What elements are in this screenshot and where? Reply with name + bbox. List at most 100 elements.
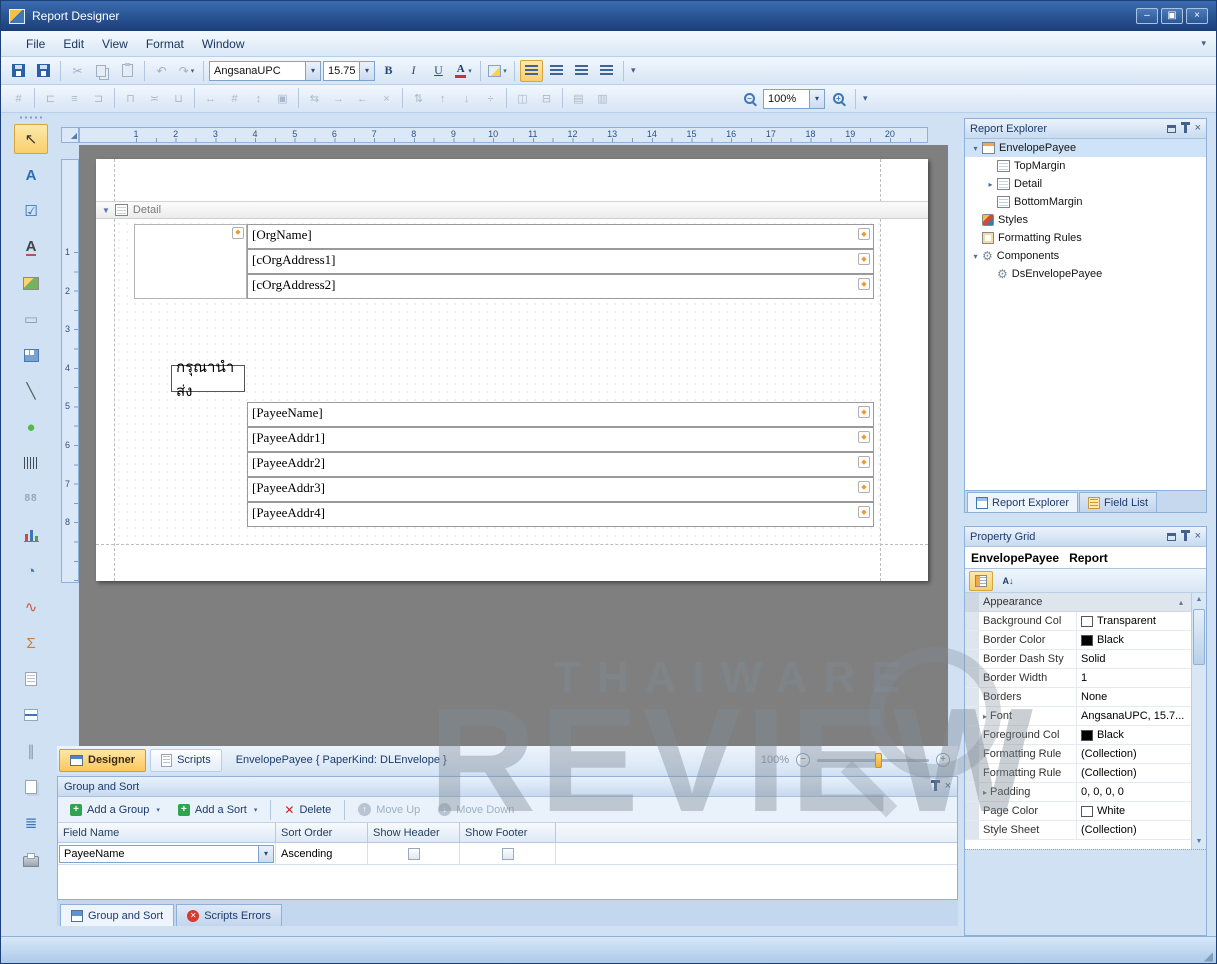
field-orgname[interactable]: [OrgName]◆ [247, 224, 874, 249]
property-value[interactable]: Black [1077, 634, 1191, 646]
table-tool[interactable] [14, 340, 48, 370]
gauge-tool[interactable]: ◔ [14, 556, 48, 586]
report-page[interactable]: ▼ Detail ◆ [OrgName]◆[cOrgAddress1]◆[cOr… [96, 159, 928, 581]
font-color-button[interactable]: A [452, 60, 475, 82]
align-center-button[interactable] [545, 60, 568, 82]
smart-tag-icon[interactable]: ◆ [858, 228, 870, 240]
property-border-width[interactable]: Border Width1 [965, 669, 1191, 688]
bold-button[interactable]: B [377, 60, 400, 82]
chevron-down-icon[interactable] [258, 846, 273, 862]
property-formatting-rule[interactable]: Formatting Rule(Collection) [965, 764, 1191, 783]
field-corgaddress1[interactable]: [cOrgAddress1]◆ [247, 249, 874, 274]
alphabetical-button[interactable]: A↓ [996, 571, 1020, 591]
property-style-sheet[interactable]: Style Sheet(Collection) [965, 821, 1191, 840]
group-sort-row[interactable]: PayeeNameAscending [58, 843, 957, 865]
scrollbar-thumb[interactable] [1193, 609, 1205, 665]
tab-designer[interactable]: Designer [59, 749, 146, 772]
subreport-tool[interactable] [14, 772, 48, 802]
menu-edit[interactable]: Edit [54, 34, 93, 54]
property-foreground-col[interactable]: Foreground ColBlack [965, 726, 1191, 745]
field-payeeaddr3[interactable]: [PayeeAddr3]◆ [247, 477, 874, 502]
chevron-down-icon[interactable] [809, 90, 824, 108]
tree-node-components[interactable]: ▾⚙Components [965, 247, 1206, 265]
zoom-slider-thumb[interactable] [875, 753, 882, 768]
toolbox-drag-handle[interactable] [19, 115, 43, 120]
zip-code-tool[interactable]: 88 [14, 484, 48, 514]
scroll-down-icon[interactable]: ▼ [1192, 835, 1206, 849]
property-value[interactable]: (Collection) [1077, 748, 1191, 760]
tree-node-bottommargin[interactable]: BottomMargin [965, 193, 1206, 211]
zoom-in-button[interactable]: + [936, 753, 950, 767]
minimize-button[interactable]: – [1136, 8, 1158, 24]
property-borders[interactable]: BordersNone [965, 688, 1191, 707]
selected-object-row[interactable]: EnvelopePayee Report [965, 547, 1206, 569]
field-corgaddress2[interactable]: [cOrgAddress2]◆ [247, 274, 874, 299]
justify-button[interactable] [595, 60, 618, 82]
label-tool[interactable]: A [14, 160, 48, 190]
print-tool[interactable] [14, 844, 48, 874]
property-padding[interactable]: ▸Padding0, 0, 0, 0 [965, 783, 1191, 802]
column-header-field-name[interactable]: Field Name [58, 823, 276, 842]
tab-field-list[interactable]: Field List [1079, 492, 1157, 512]
property-formatting-rule[interactable]: Formatting Rule(Collection) [965, 745, 1191, 764]
close-button[interactable]: × [1186, 8, 1208, 24]
check-box-tool[interactable]: ☑ [14, 196, 48, 226]
property-value[interactable]: 0, 0, 0, 0 [1077, 786, 1191, 798]
save-all-button[interactable] [32, 60, 55, 82]
detail-band-header[interactable]: ▼ Detail [96, 201, 928, 219]
expand-icon[interactable]: ▸ [983, 712, 987, 721]
restore-button[interactable]: ▣ [1161, 8, 1183, 24]
pivot-grid-tool[interactable]: Σ [14, 628, 48, 658]
highlight-color-button[interactable] [486, 60, 509, 82]
font-size-combo[interactable]: 15.75 [323, 61, 375, 81]
category-appearance[interactable]: Appearance ▴ [965, 593, 1191, 612]
align-left-button[interactable] [520, 60, 543, 82]
table-of-contents-tool[interactable]: ≣ [14, 808, 48, 838]
collapse-icon[interactable]: ▴ [1179, 598, 1183, 607]
add-a-group-button[interactable]: +Add a Group [62, 802, 168, 818]
add-a-sort-button[interactable]: +Add a Sort [170, 802, 266, 818]
sort-order-cell[interactable]: Ascending [276, 843, 368, 864]
field-payeeaddr2[interactable]: [PayeeAddr2]◆ [247, 452, 874, 477]
close-icon[interactable]: × [1195, 531, 1201, 542]
tab-report-explorer[interactable]: Report Explorer [967, 492, 1078, 512]
menu-window[interactable]: Window [193, 34, 254, 54]
bar-code-tool[interactable] [14, 448, 48, 478]
resize-grip[interactable]: ◢ [1204, 949, 1213, 963]
menu-format[interactable]: Format [137, 34, 193, 54]
smart-tag-icon[interactable]: ◆ [858, 481, 870, 493]
field-payeeaddr4[interactable]: [PayeeAddr4]◆ [247, 502, 874, 527]
scrollbar[interactable]: ▲ ▼ [1191, 593, 1206, 849]
menubar-overflow-icon[interactable]: ▾ [1201, 38, 1206, 49]
field-name-combo[interactable]: PayeeName [59, 845, 274, 863]
tree-node-detail[interactable]: ▸Detail [965, 175, 1206, 193]
logo-picture-box[interactable]: ◆ [134, 224, 247, 299]
property-value[interactable]: Black [1077, 729, 1191, 741]
property-border-color[interactable]: Border ColorBlack [965, 631, 1191, 650]
zoom-slider[interactable] [817, 759, 929, 762]
property-value[interactable]: 1 [1077, 672, 1191, 684]
property-value[interactable]: (Collection) [1077, 824, 1191, 836]
pin-icon[interactable] [1184, 533, 1187, 541]
menu-file[interactable]: File [17, 34, 54, 54]
field-payeename[interactable]: [PayeeName]◆ [247, 402, 874, 427]
collapse-icon[interactable]: ▾ [969, 144, 982, 153]
zoom-out-button[interactable]: − [796, 753, 810, 767]
picture-box-tool[interactable] [14, 268, 48, 298]
panel-splitter[interactable] [965, 849, 1206, 857]
save-button[interactable] [7, 60, 30, 82]
page-info-tool[interactable] [14, 664, 48, 694]
categorized-button[interactable] [969, 571, 993, 591]
shape-tool[interactable]: ● [14, 412, 48, 442]
rich-text-tool[interactable]: A [14, 232, 48, 262]
collapse-icon[interactable]: ▼ [102, 206, 110, 215]
smart-tag-icon[interactable]: ◆ [858, 406, 870, 418]
property-value[interactable]: Solid [1077, 653, 1191, 665]
field-payeeaddr1[interactable]: [PayeeAddr1]◆ [247, 427, 874, 452]
cross-band-line-tool[interactable]: ∥ [14, 736, 48, 766]
tree-node-formatting-rules[interactable]: Formatting Rules [965, 229, 1206, 247]
pointer-tool[interactable]: ↖ [14, 124, 48, 154]
zoom-combo[interactable]: 100% [763, 89, 825, 109]
show-header-checkbox[interactable] [408, 848, 420, 860]
toolbar-overflow-icon[interactable]: ▾ [863, 93, 868, 104]
